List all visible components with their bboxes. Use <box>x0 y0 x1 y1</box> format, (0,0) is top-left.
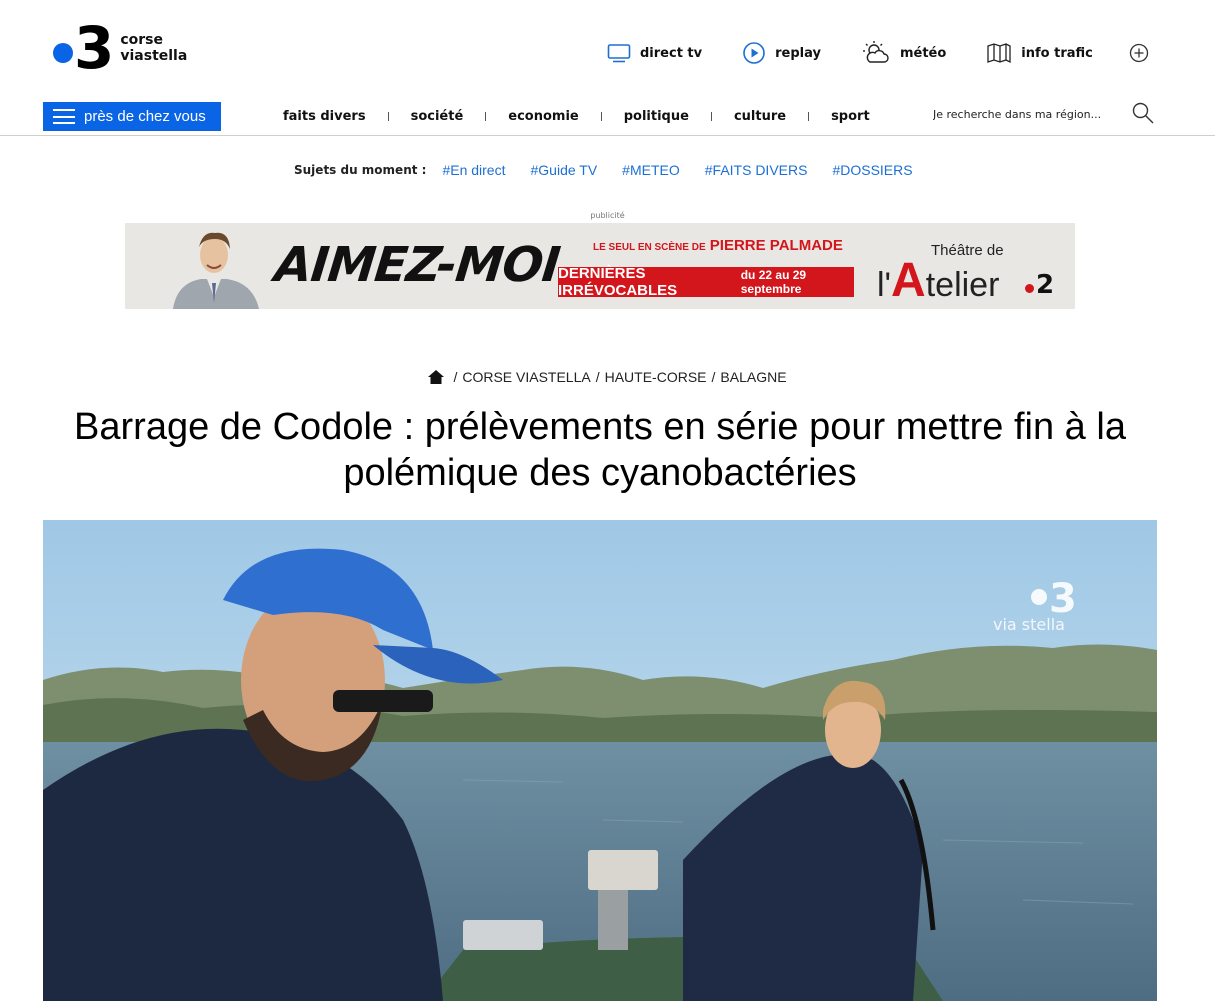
logo-dot <box>53 43 73 63</box>
search-box <box>933 102 1154 124</box>
site-logo[interactable]: 3 corse viastella <box>53 14 187 82</box>
breadcrumb-balagne[interactable]: BALAGNE <box>720 369 786 385</box>
plus-circle-icon[interactable] <box>1129 43 1149 63</box>
nav-sport[interactable]: sport <box>831 109 870 124</box>
nav-separator <box>808 112 810 121</box>
breadcrumb-separator: / <box>453 369 458 385</box>
logo-text-line1: corse <box>120 32 164 48</box>
logo-text: corse viastella <box>120 32 187 64</box>
tv-icon <box>607 44 631 63</box>
topnav-meteo-label: météo <box>899 45 947 61</box>
tag-dossiers[interactable]: #DOSSIERS <box>832 162 912 178</box>
search-icon[interactable] <box>1131 101 1155 125</box>
site-header: 3 corse viastella direct tv replay météo… <box>0 0 1215 136</box>
topnav-meteo[interactable]: météo <box>861 40 946 66</box>
pres-de-chez-vous-button[interactable]: près de chez vous <box>43 102 221 131</box>
nav-societe[interactable]: société <box>411 109 464 124</box>
ad-headline: AIMEZ-MOI <box>272 237 563 293</box>
nav-separator <box>710 112 712 121</box>
nav-separator <box>600 112 602 121</box>
ad-dates-main: DERNIÈRES IRRÉVOCABLES <box>558 265 678 299</box>
ad-channel-number: 2 <box>1036 270 1055 300</box>
nav-culture[interactable]: culture <box>734 109 786 124</box>
tag-guide-tv[interactable]: #Guide TV <box>531 162 598 178</box>
ad-dates-range: du 22 au 29 septembre <box>740 268 807 296</box>
article-photo[interactable]: 3 via stella <box>43 520 1157 1001</box>
hamburger-icon <box>53 109 75 124</box>
ad-channel-logo: 2 <box>1025 270 1054 300</box>
topnav-replay[interactable]: replay <box>742 41 821 65</box>
play-icon <box>743 42 765 64</box>
logo-text-line2: viastella <box>120 48 188 64</box>
topnav-replay-label: replay <box>775 45 821 61</box>
trending-label: Sujets du moment : <box>294 163 427 177</box>
map-icon <box>987 43 1011 64</box>
topnav-direct-tv[interactable]: direct tv <box>607 43 702 63</box>
ad-portrait-image <box>173 232 259 309</box>
ad-channel-dot <box>1025 283 1034 293</box>
trending-topics: Sujets du moment : #En direct #Guide TV … <box>294 162 938 178</box>
breadcrumb-separator: / <box>595 369 600 385</box>
ad-dates: DERNIÈRES IRRÉVOCABLES du 22 au 29 septe… <box>558 265 854 299</box>
topnav-info-trafic-label: info trafic <box>1021 45 1093 61</box>
pres-de-chez-vous-label: près de chez vous <box>84 108 206 125</box>
search-input[interactable] <box>933 108 1123 121</box>
nav-faits-divers[interactable]: faits divers <box>283 109 366 124</box>
ad-theatre-rest: telier <box>925 266 1000 304</box>
nav-separator <box>485 112 487 121</box>
breadcrumb-haute-corse[interactable]: HAUTE-CORSE <box>605 369 707 385</box>
article-title: Barrage de Codole : prélèvements en séri… <box>74 406 1126 494</box>
ad-banner[interactable]: AIMEZ-MOI LE SEUL EN SCÈNE DE PIERRE PAL… <box>125 223 1075 309</box>
ad-tagline-name: PIERRE PALMADE <box>709 237 843 254</box>
watermark-text: via stella <box>993 615 1065 634</box>
tag-en-direct[interactable]: #En direct <box>442 162 505 178</box>
topnav-info-trafic[interactable]: info trafic <box>986 42 1093 64</box>
ad-theatre-a: A <box>891 254 926 307</box>
nav-economie[interactable]: economie <box>508 109 578 124</box>
ad-theatre-logo: l'Atelier <box>877 253 999 308</box>
nav-separator <box>387 112 389 121</box>
ad-tagline-small: LE SEUL EN SCÈNE DE <box>593 242 706 253</box>
tag-faits-divers[interactable]: #FAITS DIVERS <box>705 162 808 178</box>
top-nav: direct tv replay météo info trafic <box>607 40 1133 66</box>
nav-politique[interactable]: politique <box>624 109 689 124</box>
topnav-direct-tv-label: direct tv <box>640 45 703 61</box>
weather-icon <box>862 41 889 63</box>
breadcrumb-separator: / <box>711 369 716 385</box>
ad-tagline: LE SEUL EN SCÈNE DE PIERRE PALMADE <box>593 237 843 254</box>
logo-number: 3 <box>74 14 114 82</box>
home-icon[interactable] <box>428 370 445 384</box>
breadcrumb-corse-viastella[interactable]: CORSE VIASTELLA <box>462 369 590 385</box>
ad-theatre-l: l' <box>877 266 892 304</box>
article-photo-image: 3 via stella <box>43 520 1157 1001</box>
main-nav: faits divers société economie politique … <box>283 109 870 124</box>
breadcrumb: / CORSE VIASTELLA / HAUTE-CORSE / BALAGN… <box>0 369 1215 385</box>
ad-label: publicité <box>590 211 625 220</box>
tag-meteo[interactable]: #METEO <box>622 162 680 178</box>
